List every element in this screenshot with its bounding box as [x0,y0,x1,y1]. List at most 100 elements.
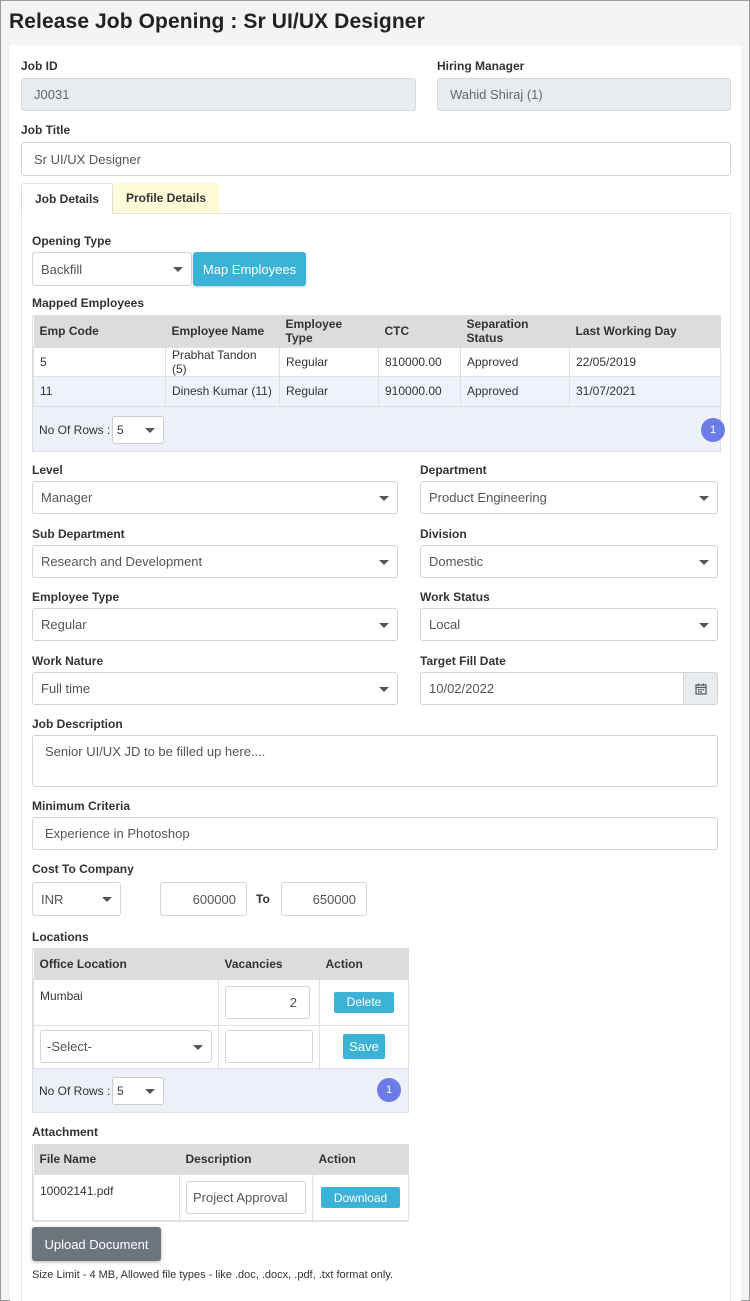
minimum-criteria-input[interactable]: Experience in Photoshop [32,817,718,850]
save-label: Save [349,1039,379,1054]
division-select[interactable]: Domestic [420,545,718,578]
rows-per-page-value: 5 [117,423,124,437]
cell: Regular [279,375,379,407]
ctc-to-label: To [256,892,270,906]
work-status-select[interactable]: Local [420,608,718,641]
col-office-location: Office Location [33,949,219,979]
department-select[interactable]: Product Engineering [420,481,718,514]
employee-type-select[interactable]: Regular [32,608,398,641]
page-1-button[interactable]: 1 [377,1078,401,1102]
currency-select[interactable]: INR [32,882,121,916]
chevron-down-icon [699,622,709,628]
job-description-value: Senior UI/UX JD to be filled up here.... [45,744,266,759]
locations-label: Locations [32,930,89,944]
location-cell: Mumbai [33,978,219,1026]
calendar-icon [694,683,707,695]
page-1-button[interactable]: 1 [701,418,725,442]
target-fill-date-input[interactable]: 10/02/2022 [420,672,684,705]
mapped-employees-table: Emp Code Employee Name Employee Type CTC… [33,316,721,407]
chevron-down-icon [379,495,389,501]
upload-document-button[interactable]: Upload Document [32,1227,161,1261]
table-row: Mumbai 2 Delete [33,978,409,1026]
job-title-field[interactable]: Sr UI/UX Designer [21,142,731,176]
app-frame: Release Job Opening : Sr UI/UX Designer … [0,0,750,1301]
job-id-value: J0031 [34,87,70,102]
job-title-value: Sr UI/UX Designer [34,151,141,167]
cell: Prabhat Tandon (5) [165,346,280,377]
chevron-down-icon [379,686,389,692]
sub-department-value: Research and Development [41,554,203,569]
job-id-label: Job ID [21,59,58,73]
work-nature-label: Work Nature [32,654,104,668]
map-employees-button[interactable]: Map Employees [193,252,306,286]
job-description-textarea[interactable]: Senior UI/UX JD to be filled up here.... [32,735,718,787]
rows-per-page-value: 5 [117,1084,124,1098]
hiring-manager-field[interactable]: Wahid Shiraj (1) [437,78,731,111]
page-title: Release Job Opening : Sr UI/UX Designer [9,10,425,33]
ctc-to-input[interactable]: 650000 [281,882,367,916]
form-card: Job ID J0031 Hiring Manager Wahid Shiraj… [10,45,741,1301]
job-id-field[interactable]: J0031 [21,78,416,111]
ctc-label: Cost To Company [32,862,134,876]
level-value: Manager [41,490,93,505]
tab-profile-details-label: Profile Details [125,191,207,205]
opening-type-value: Backfill [41,261,83,277]
employee-type-value: Regular [41,617,87,632]
new-location-select[interactable]: -Select- [40,1030,212,1063]
vacancies-value: 2 [289,994,297,1010]
chevron-down-icon [145,428,155,433]
table-header-row: Emp Code Employee Name Employee Type CTC… [33,316,721,347]
opening-type-select[interactable]: Backfill [32,252,192,286]
delete-button[interactable]: Delete [334,991,394,1013]
table-row[interactable]: 5 Prabhat Tandon (5) Regular 810000.00 A… [33,346,721,377]
level-label: Level [32,463,63,477]
vacancies-input[interactable]: 2 [225,985,310,1019]
download-button[interactable]: Download [321,1187,400,1208]
tab-job-details-label: Job Details [34,192,100,206]
opening-type-label: Opening Type [32,234,112,248]
new-location-cell: -Select- [33,1024,219,1069]
employee-type-label: Employee Type [32,590,120,604]
description-input[interactable]: Project Approval [186,1181,306,1214]
table-row-new: -Select- Save [33,1024,409,1069]
col-emp-code: Emp Code [33,316,166,347]
cell: 22/05/2019 [569,346,721,377]
rows-label: No Of Rows : [39,423,111,437]
chevron-down-icon [699,495,709,501]
ctc-from-input[interactable]: 600000 [160,882,247,916]
tab-profile-details[interactable]: Profile Details [113,183,219,214]
calendar-button[interactable] [684,672,718,705]
page-number: 1 [385,1084,393,1096]
col-last-working-day: Last Working Day [569,316,721,347]
work-nature-select[interactable]: Full time [32,672,398,705]
save-button[interactable]: Save [343,1034,385,1059]
rows-per-page-select[interactable]: 5 [112,1077,164,1105]
table-row: 10002141.pdf Project Approval Download [33,1173,409,1222]
col-action: Action [319,949,409,979]
table-header-row: Office Location Vacancies Action [33,949,409,979]
work-status-value: Local [429,617,461,632]
division-label: Division [420,527,467,541]
action-cell: Delete [319,978,409,1026]
division-value: Domestic [429,554,484,569]
sub-department-select[interactable]: Research and Development [32,545,398,578]
level-select[interactable]: Manager [32,481,398,514]
mapped-pager: No Of Rows : 5 1 [32,406,725,452]
file-name-cell: 10002141.pdf [33,1173,180,1222]
rows-per-page-select[interactable]: 5 [112,416,164,444]
sub-department-label: Sub Department [32,527,125,541]
new-vacancies-input[interactable] [225,1030,313,1063]
tab-job-details[interactable]: Job Details [21,183,113,214]
chevron-down-icon [379,559,389,565]
cell: Dinesh Kumar (11) [165,375,280,407]
col-employee-type: Employee Type [279,316,379,347]
col-separation-status: Separation Status [460,316,570,347]
table-row[interactable]: 11 Dinesh Kumar (11) Regular 910000.00 A… [33,375,721,407]
department-label: Department [420,463,487,477]
rows-label: No Of Rows : [39,1084,111,1098]
description-value: Project Approval [193,1190,288,1205]
cell: 11 [33,375,166,407]
upload-document-label: Upload Document [44,1236,149,1252]
download-label: Download [333,1190,388,1205]
cell: 910000.00 [378,375,461,407]
